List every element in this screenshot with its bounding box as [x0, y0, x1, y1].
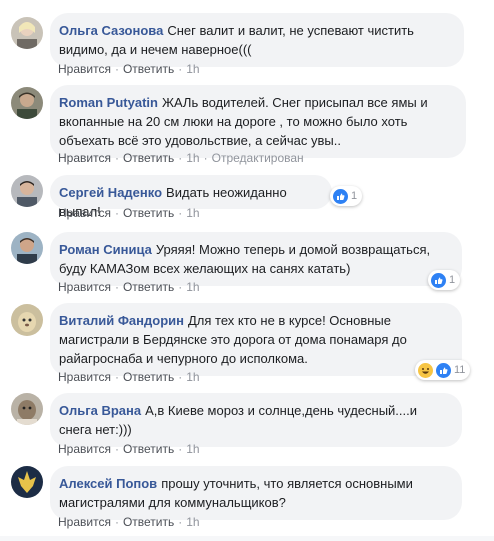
- avatar[interactable]: [11, 17, 43, 49]
- like-icon: [436, 362, 451, 378]
- like-icon: [333, 188, 348, 204]
- comment-bubble: Виталий Фандорин Для тех кто не в курсе! …: [50, 303, 462, 376]
- comment-bubble: Сергей Наденко Видать неожиданно выпал!: [50, 175, 332, 219]
- reply-link[interactable]: Ответить: [123, 151, 174, 165]
- separator: ·: [114, 151, 119, 165]
- reply-link[interactable]: Ответить: [123, 280, 174, 294]
- comment-timestamp[interactable]: 1h: [186, 206, 199, 220]
- comment-author[interactable]: Ольга Врана: [59, 403, 141, 418]
- separator: ·: [114, 515, 119, 529]
- avatar[interactable]: [11, 87, 43, 119]
- comment-bubble: Ольга Сазонова Снег валит и валит, не усп…: [50, 13, 464, 67]
- avatar[interactable]: [11, 232, 43, 264]
- separator: ·: [178, 62, 183, 76]
- avatar[interactable]: [11, 466, 43, 498]
- separator: ·: [114, 206, 119, 220]
- separator: ·: [178, 442, 183, 456]
- reply-link[interactable]: Ответить: [123, 370, 174, 384]
- comment-timestamp[interactable]: 1h: [186, 515, 199, 529]
- comment-actions: Нравится · Ответить · 1h: [58, 206, 200, 220]
- reaction-count: 1: [351, 190, 358, 202]
- like-link[interactable]: Нравится: [58, 280, 111, 294]
- separator: ·: [178, 370, 183, 384]
- comment-actions: Нравится · Ответить · 1h: [58, 62, 200, 76]
- reactions-badge[interactable]: 1: [428, 270, 461, 290]
- avatar[interactable]: [11, 393, 43, 425]
- edited-label[interactable]: Отредактирован: [212, 151, 304, 165]
- reply-link[interactable]: Ответить: [123, 206, 174, 220]
- like-link[interactable]: Нравится: [58, 515, 111, 529]
- comment-timestamp[interactable]: 1h: [186, 280, 199, 294]
- like-link[interactable]: Нравится: [58, 151, 111, 165]
- comment-bubble: Роман Синица Уряяя! Можно теперь и домой …: [50, 232, 462, 286]
- separator: ·: [178, 280, 183, 294]
- comment-timestamp[interactable]: 1h: [186, 62, 199, 76]
- comment-timestamp[interactable]: 1h: [186, 370, 199, 384]
- comment-actions: Нравится · Ответить · 1h: [58, 515, 200, 529]
- reply-link[interactable]: Ответить: [123, 62, 174, 76]
- like-link[interactable]: Нравится: [58, 442, 111, 456]
- separator: ·: [203, 151, 208, 165]
- separator: ·: [178, 151, 183, 165]
- reply-link[interactable]: Ответить: [123, 515, 174, 529]
- comment-author[interactable]: Roman Putyatin: [59, 95, 158, 110]
- avatar[interactable]: [11, 175, 43, 207]
- comment-bubble: Ольга Врана А,в Киеве мороз и солнце,день…: [50, 393, 462, 447]
- reaction-count: 1: [449, 274, 456, 286]
- reactions-badge[interactable]: 1: [330, 186, 363, 206]
- haha-icon: [418, 362, 433, 378]
- comment-actions: Нравится · Ответить · 1h: [58, 442, 200, 456]
- reactions-badge[interactable]: 11: [415, 360, 471, 380]
- reaction-count: 11: [454, 364, 466, 376]
- comment-author[interactable]: Сергей Наденко: [59, 185, 162, 200]
- separator: ·: [114, 280, 119, 294]
- reply-link[interactable]: Ответить: [123, 442, 174, 456]
- separator: ·: [178, 515, 183, 529]
- bottom-edge: [0, 536, 494, 541]
- separator: ·: [178, 206, 183, 220]
- comment-author[interactable]: Роман Синица: [59, 242, 152, 257]
- like-link[interactable]: Нравится: [58, 370, 111, 384]
- like-link[interactable]: Нравится: [58, 206, 111, 220]
- separator: ·: [114, 442, 119, 456]
- like-link[interactable]: Нравится: [58, 62, 111, 76]
- comment-author[interactable]: Алексей Попов: [59, 476, 157, 491]
- comment-actions: Нравится · Ответить · 1h · Отредактирован: [58, 151, 304, 165]
- separator: ·: [114, 370, 119, 384]
- comment-author[interactable]: Ольга Сазонова: [59, 23, 163, 38]
- comment-bubble: Алексей Попов прошу уточнить, что являетс…: [50, 466, 462, 520]
- comment-timestamp[interactable]: 1h: [186, 151, 199, 165]
- comment-timestamp[interactable]: 1h: [186, 442, 199, 456]
- comment-author[interactable]: Виталий Фандорин: [59, 313, 184, 328]
- comment-bubble: Roman Putyatin ЖАЛь водителей. Снег присы…: [50, 85, 466, 158]
- separator: ·: [114, 62, 119, 76]
- comment-actions: Нравится · Ответить · 1h: [58, 370, 200, 384]
- avatar[interactable]: [11, 304, 43, 336]
- like-icon: [431, 272, 446, 288]
- comment-actions: Нравится · Ответить · 1h: [58, 280, 200, 294]
